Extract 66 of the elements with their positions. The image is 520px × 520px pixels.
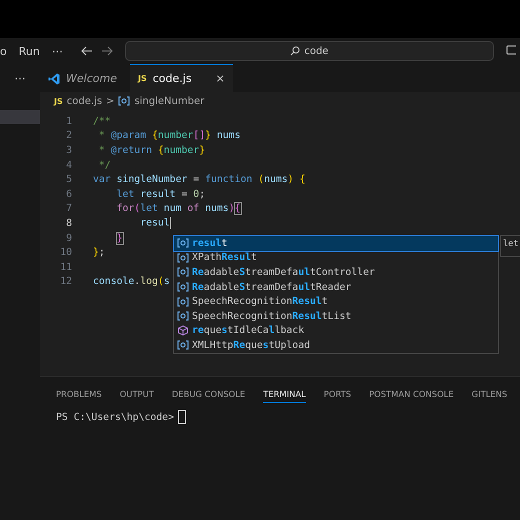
suggestion-item[interactable]: result	[174, 236, 498, 251]
code-line: let result = 0;	[116, 188, 206, 200]
suggestion-item[interactable]: ReadableStreamDefaultController	[174, 265, 498, 280]
variable-icon	[177, 267, 189, 278]
panel-tab[interactable]: POSTMAN CONSOLE	[369, 385, 454, 403]
variable-icon	[177, 282, 189, 292]
panel-tab[interactable]: PROBLEMS	[56, 385, 102, 403]
search-field[interactable]: code	[124, 41, 494, 61]
menu-item[interactable]: ⋯	[52, 44, 63, 58]
variable-icon	[177, 311, 189, 322]
suggestion-item[interactable]: XPathResult	[174, 250, 498, 266]
variable-icon	[177, 296, 189, 307]
suggestion-item[interactable]: XMLHttpRequestUpload	[174, 338, 498, 353]
code-line: };	[93, 247, 105, 258]
menu-item[interactable]: Run	[18, 44, 40, 58]
line-number: 3	[65, 144, 72, 156]
code-line: * @return {number}	[98, 144, 206, 156]
menu-item[interactable]: o	[0, 44, 7, 58]
variable-icon	[177, 340, 189, 350]
panel-tab[interactable]: PORTS	[324, 385, 352, 403]
line-number: 9	[65, 232, 72, 244]
line-number: 11	[59, 262, 72, 273]
line-number: 2	[65, 130, 72, 142]
code-line: console.log(s	[93, 276, 170, 288]
line-number: 6	[65, 188, 72, 200]
vscode-logo-icon	[48, 72, 60, 84]
terminal-cursor	[178, 410, 186, 424]
code-line: * @param {number[]} nums	[98, 130, 240, 142]
code-line: */	[98, 160, 111, 171]
suggestion-item[interactable]: SpeechRecognitionResultList	[174, 308, 498, 324]
code-line: /**	[93, 116, 111, 127]
breadcrumb-item[interactable]: singleNumber	[134, 96, 204, 106]
editor-tab[interactable]: JS code.js ×	[130, 64, 233, 92]
forward-arrow-icon[interactable]	[100, 46, 113, 56]
line-number: 1	[65, 116, 72, 127]
line-number: 4	[65, 160, 72, 171]
line-number: 7	[65, 203, 72, 214]
breadcrumb-separator: >	[106, 96, 114, 106]
line-number: 10	[59, 247, 72, 258]
line-number: 8	[65, 218, 72, 229]
suggestion-item[interactable]: requestIdleCallback	[174, 324, 498, 338]
code-line: }	[116, 232, 122, 244]
panel-tab[interactable]: GITLENS	[472, 385, 508, 403]
terminal-prompt: PS C:\Users\hp\code>	[56, 412, 174, 422]
line-number: 12	[59, 276, 72, 288]
js-file-icon: JS	[138, 74, 147, 83]
variable-icon	[177, 252, 189, 263]
suggestion-item[interactable]: SpeechRecognitionResult	[174, 294, 498, 309]
suggestion-item[interactable]: ReadableStreamDefaultReader	[174, 280, 498, 294]
back-arrow-icon[interactable]	[80, 46, 93, 56]
breadcrumb-item[interactable]: code.js	[66, 96, 102, 106]
code-line: for(let num of nums){	[116, 203, 240, 214]
panel-tab[interactable]: OUTPUT	[120, 385, 154, 403]
variable-icon	[118, 96, 130, 106]
variable-icon	[177, 238, 189, 248]
js-file-icon: JS	[54, 96, 63, 106]
panel-tab[interactable]: TERMINAL	[263, 385, 306, 403]
search-icon	[290, 46, 300, 56]
more-button[interactable]: ⋯	[0, 64, 40, 92]
close-button[interactable]: ×	[216, 72, 225, 85]
suggestion-detail: let	[500, 235, 520, 257]
code-line: resul	[139, 217, 171, 230]
line-number: 5	[65, 174, 72, 186]
panel-tab[interactable]: DEBUG CONSOLE	[172, 385, 246, 403]
code-line: var singleNumber = function (nums) {	[93, 174, 306, 186]
cube-icon	[177, 325, 189, 336]
